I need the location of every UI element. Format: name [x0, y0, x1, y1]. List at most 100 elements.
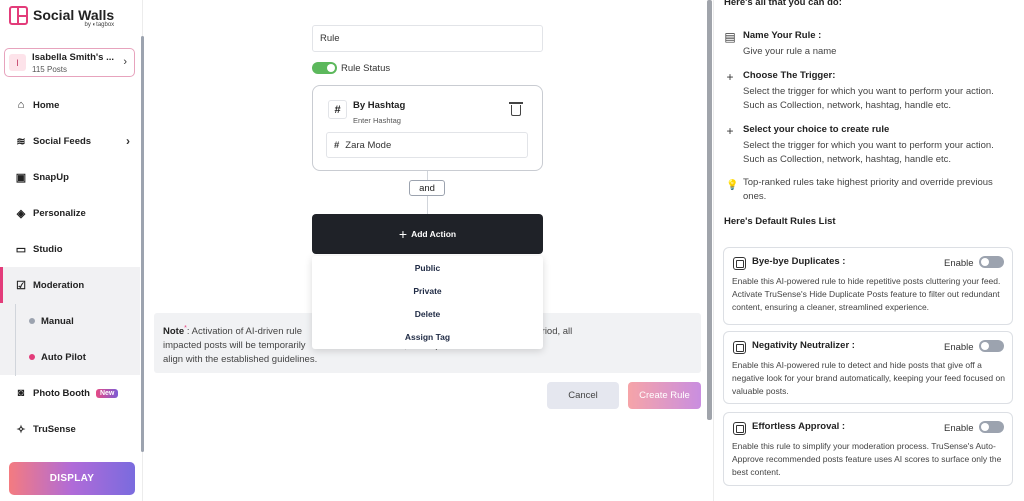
menu-item-public[interactable]: Public [312, 256, 543, 279]
default-rules-title: Here's Default Rules List [724, 216, 836, 227]
rule-card-approval: Effortless Approval : Enable Enable this… [723, 412, 1013, 486]
and-button[interactable]: and [409, 180, 445, 196]
note-line2-start: impacted posts will be temporarily [163, 340, 306, 352]
note-text-start: : Activation of AI-driven rule [186, 326, 302, 338]
nav-label: Auto Pilot [41, 351, 86, 363]
rule-card-negativity: Negativity Neutralizer : Enable Enable t… [723, 331, 1013, 404]
plus-icon: + [398, 226, 408, 242]
nav-trusense[interactable]: ✧ TruSense [0, 411, 140, 447]
help-title: Here's all that you can do: [724, 0, 842, 8]
step-title: Choose The Trigger: [743, 70, 836, 81]
enable-toggle[interactable] [979, 340, 1004, 352]
hashtag-icon: # [328, 100, 347, 119]
moderation-icon: ☑ [16, 279, 26, 292]
nav-moderation[interactable]: ☑ Moderation [0, 267, 140, 303]
nav-label: Social Feeds [33, 135, 92, 147]
enable-toggle[interactable] [979, 256, 1004, 268]
nav-studio[interactable]: ▭ Studio [0, 231, 140, 267]
main-scrollbar[interactable] [707, 0, 712, 420]
bullet-dot [29, 354, 35, 360]
nav-social-feeds[interactable]: ≋ Social Feeds › [0, 123, 140, 159]
tip-text: Top-ranked rules take highest priority a… [743, 177, 993, 202]
nav-auto-pilot[interactable]: Auto Pilot [0, 339, 140, 375]
card-title: Bye-bye Duplicates : [752, 256, 846, 267]
account-switcher[interactable]: I Isabella Smith's ... 115 Posts › [4, 48, 135, 77]
menu-item-private[interactable]: Private [312, 279, 543, 302]
account-post-count: 115 Posts [32, 64, 67, 74]
trigger-subtitle: Enter Hashtag [353, 116, 401, 125]
avatar: I [9, 54, 26, 71]
enable-label: Enable [944, 342, 974, 353]
note-line3: align with the established guidelines. [163, 354, 318, 366]
connector-line [427, 171, 428, 180]
brand-logo[interactable]: Social Walls by ◐tagbox [9, 6, 114, 28]
sidebar-scrollbar[interactable] [141, 36, 144, 452]
duplicate-icon [733, 257, 746, 270]
nav-label: Manual [41, 315, 74, 327]
enable-label: Enable [944, 423, 974, 434]
step-desc: Select the trigger for which you want to… [743, 140, 994, 165]
shield-icon [733, 341, 746, 354]
enable-label: Enable [944, 258, 974, 269]
trigger-title: By Hashtag [353, 100, 406, 111]
approval-icon [733, 422, 746, 435]
card-title: Effortless Approval : [752, 421, 846, 432]
nav-snapup[interactable]: ▣ SnapUp [0, 159, 140, 195]
hashtag-input[interactable]: # Zara Mode [326, 132, 528, 158]
menu-item-assign-tag[interactable]: Assign Tag [312, 325, 543, 348]
action-dropdown-menu: Public Private Delete Assign Tag [312, 256, 543, 349]
nav-manual[interactable]: Manual [0, 303, 140, 339]
rule-name-input[interactable]: Rule [312, 25, 543, 52]
connector-line [427, 196, 428, 214]
sparkle-icon: ✧ [16, 423, 26, 436]
nav-label: Studio [33, 243, 63, 255]
menu-item-delete[interactable]: Delete [312, 302, 543, 325]
trash-icon[interactable] [509, 102, 523, 116]
layers-icon: ≋ [16, 135, 26, 148]
display-button[interactable]: DISPLAY [9, 462, 135, 495]
hashtag-value: Zara Mode [345, 139, 392, 151]
card-desc: Enable this rule to simplify your modera… [732, 441, 1002, 477]
account-name: Isabella Smith's ... [32, 51, 114, 63]
home-icon: ⌂ [17, 99, 25, 111]
step-desc: Select the trigger for which you want to… [743, 86, 994, 111]
nav-label: Home [33, 99, 60, 111]
nav-label: Photo Booth [33, 387, 90, 399]
bullet-dot [29, 318, 35, 324]
card-title: Negativity Neutralizer : [752, 340, 855, 351]
chevron-right-icon: › [126, 134, 130, 148]
nav-home[interactable]: ⌂ Home [0, 87, 140, 123]
add-action-label: Add Action [411, 229, 457, 239]
nav-personalize[interactable]: ◈ Personalize [0, 195, 140, 231]
plus-icon: + [726, 124, 734, 138]
rule-status-toggle[interactable] [312, 62, 337, 74]
help-panel: Here's all that you can do: ▤ Name Your … [713, 0, 1024, 501]
create-rule-button[interactable]: Create Rule [628, 382, 701, 409]
card-desc: Enable this AI-powered rule to detect an… [732, 360, 1005, 396]
trigger-card: # By Hashtag Enter Hashtag # Zara Mode [312, 85, 543, 171]
lightbulb-icon: 💡 [726, 180, 739, 191]
enable-toggle[interactable] [979, 421, 1004, 433]
submenu-guide-line [15, 304, 16, 376]
cancel-button[interactable]: Cancel [547, 382, 619, 409]
step-title: Select your choice to create rule [743, 124, 890, 135]
add-action-button[interactable]: + Add Action [312, 214, 543, 254]
step-desc: Give your rule a name [743, 46, 837, 57]
sidebar: Social Walls by ◐tagbox I Isabella Smith… [0, 0, 144, 501]
social-walls-logo-icon [9, 6, 28, 25]
nav-label: Moderation [33, 279, 85, 291]
camera-icon: ◙ [17, 387, 25, 399]
rule-status: Rule Status [312, 62, 390, 74]
chevron-right-icon: › [123, 56, 127, 68]
step-title: Name Your Rule : [743, 30, 822, 41]
paint-bucket-icon: ◈ [16, 207, 26, 220]
card-desc: Enable this AI-powered rule to hide repe… [732, 276, 1001, 312]
note-label: Note [163, 326, 185, 338]
monitor-icon: ▭ [15, 243, 27, 256]
plus-icon: + [726, 70, 734, 84]
nav-photo-booth[interactable]: ◙ Photo Booth New [0, 375, 140, 411]
rule-card-duplicates: Bye-bye Duplicates : Enable Enable this … [723, 247, 1013, 325]
nav-label: Personalize [33, 207, 86, 219]
new-badge: New [95, 388, 119, 398]
hash-icon: # [334, 139, 340, 151]
